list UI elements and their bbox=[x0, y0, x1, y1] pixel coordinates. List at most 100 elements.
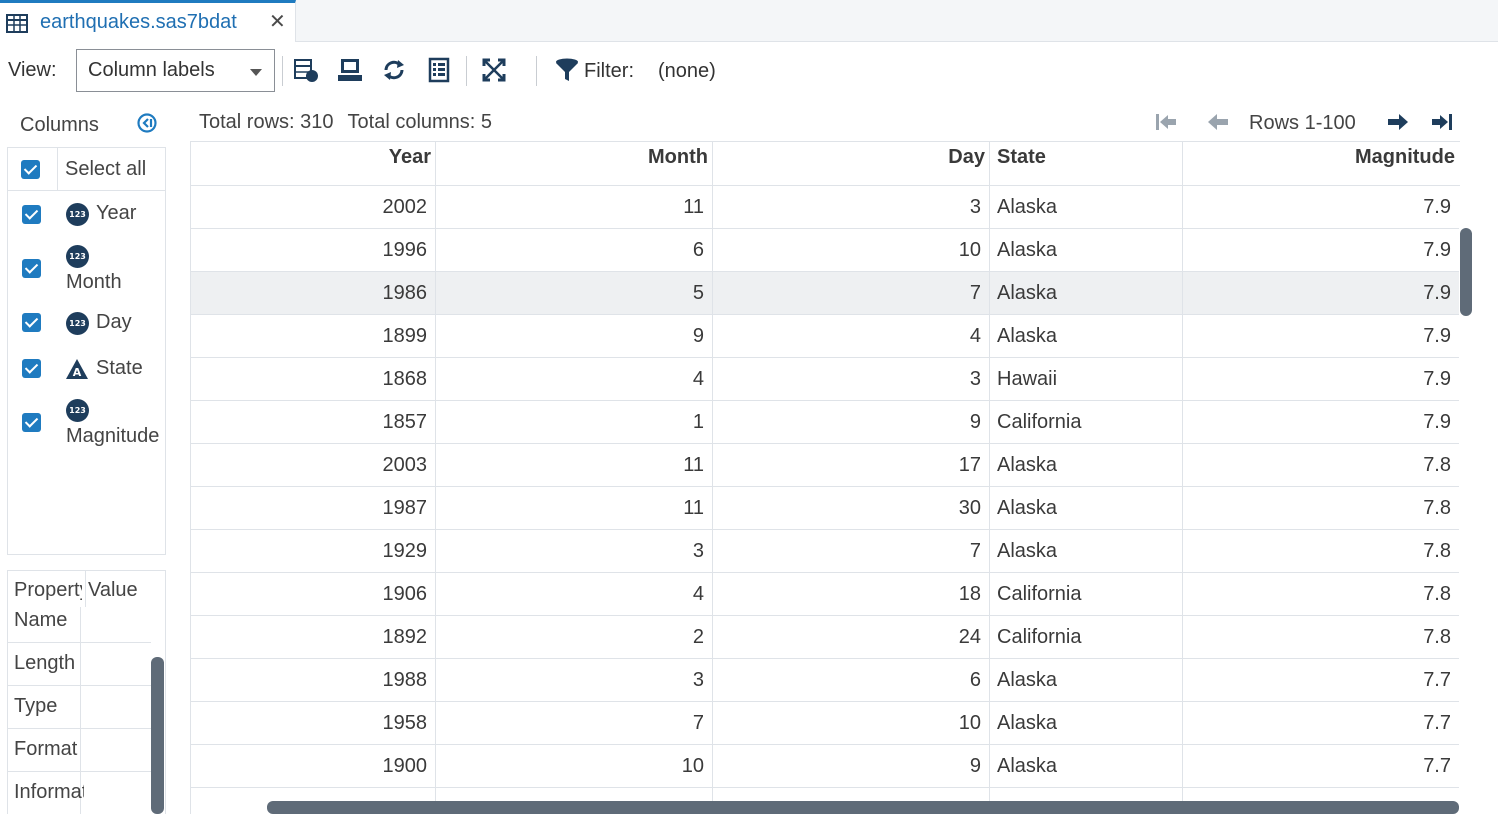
cell-month: 6 bbox=[692, 239, 704, 261]
column-checkbox-day[interactable] bbox=[22, 313, 41, 332]
column-checkbox-magnitude[interactable] bbox=[22, 413, 41, 432]
cell-state: Alaska bbox=[997, 497, 1058, 519]
table-summary: Total rows: 310 Total columns: 5 bbox=[199, 111, 506, 134]
cell-year: 1899 bbox=[382, 325, 428, 347]
cell-magnitude: 7.8 bbox=[1423, 626, 1451, 648]
cell-magnitude: 7.9 bbox=[1423, 239, 1451, 261]
cell-day: 6 bbox=[969, 669, 981, 691]
next-page-icon[interactable] bbox=[1386, 110, 1410, 134]
properties-header-value: Value bbox=[88, 579, 138, 601]
cell-state: Alaska bbox=[997, 712, 1058, 734]
property-type: Type bbox=[14, 695, 58, 717]
column-divider bbox=[435, 142, 436, 814]
header-magnitude[interactable]: Magnitude bbox=[1355, 146, 1455, 169]
cell-state: Alaska bbox=[997, 196, 1058, 218]
previous-page-icon[interactable] bbox=[1206, 110, 1230, 134]
view-select[interactable]: Column labels bbox=[76, 49, 275, 92]
header-month[interactable]: Month bbox=[648, 146, 708, 169]
cell-year: 2003 bbox=[382, 454, 428, 476]
cell-magnitude: 7.7 bbox=[1423, 755, 1451, 777]
maximize-icon[interactable] bbox=[480, 56, 508, 84]
columns-panel-title: Columns bbox=[20, 114, 99, 136]
table-row[interactable]: 1906 4 18 California 7.8 bbox=[191, 573, 1459, 616]
table-properties-icon[interactable] bbox=[292, 56, 320, 84]
row-divider bbox=[8, 728, 151, 729]
cell-year: 2002 bbox=[382, 196, 428, 218]
cell-day: 9 bbox=[969, 755, 981, 777]
cell-month: 4 bbox=[692, 368, 704, 390]
cell-magnitude: 7.9 bbox=[1423, 368, 1451, 390]
table-row[interactable]: 1900 10 9 Alaska 7.7 bbox=[191, 745, 1459, 788]
server-icon[interactable] bbox=[336, 56, 364, 84]
collapse-left-icon[interactable] bbox=[136, 112, 158, 134]
table-row[interactable]: 1988 3 6 Alaska 7.7 bbox=[191, 659, 1459, 702]
cell-state: Alaska bbox=[997, 755, 1058, 777]
filter-value: (none) bbox=[658, 60, 716, 82]
table-row[interactable]: 2002 11 3 Alaska 7.9 bbox=[191, 186, 1459, 229]
table-row[interactable]: 1986 5 7 Alaska 7.9 bbox=[191, 272, 1459, 315]
cell-month: 2 bbox=[692, 626, 704, 648]
column-divider bbox=[989, 142, 990, 814]
toolbar: View: Column labels Filter: (none) bbox=[0, 42, 1498, 100]
properties-panel: Property Value Name Length Type Format I… bbox=[7, 570, 166, 814]
select-all-checkbox[interactable] bbox=[21, 160, 40, 179]
table-row[interactable]: 1892 2 24 California 7.8 bbox=[191, 616, 1459, 659]
header-day[interactable]: Day bbox=[948, 146, 985, 169]
cell-state: Alaska bbox=[997, 540, 1058, 562]
column-name-month: Month bbox=[66, 271, 122, 293]
cell-magnitude: 7.8 bbox=[1423, 497, 1451, 519]
cell-month: 10 bbox=[681, 755, 704, 777]
filter-label[interactable]: Filter: bbox=[584, 60, 634, 83]
first-page-icon[interactable] bbox=[1154, 110, 1178, 134]
property-informat: Informat bbox=[14, 781, 84, 803]
cell-day: 24 bbox=[958, 626, 981, 648]
cell-day: 7 bbox=[969, 282, 981, 304]
properties-scrollbar[interactable] bbox=[151, 657, 164, 814]
rows-range-label: Rows 1-100 bbox=[1249, 112, 1356, 134]
column-checkbox-month[interactable] bbox=[22, 259, 41, 278]
cell-day: 30 bbox=[958, 497, 981, 519]
header-year[interactable]: Year bbox=[389, 146, 431, 169]
filter-icon[interactable] bbox=[554, 57, 580, 83]
column-divider bbox=[712, 142, 713, 814]
refresh-icon[interactable] bbox=[380, 56, 408, 84]
column-checkbox-state[interactable] bbox=[22, 359, 41, 378]
cell-day: 18 bbox=[958, 583, 981, 605]
toolbar-divider bbox=[536, 56, 537, 86]
table-row[interactable]: 1987 11 30 Alaska 7.8 bbox=[191, 487, 1459, 530]
column-list-icon[interactable] bbox=[425, 56, 453, 84]
table-row[interactable]: 1868 4 3 Hawaii 7.9 bbox=[191, 358, 1459, 401]
table-row[interactable]: 1958 7 10 Alaska 7.7 bbox=[191, 702, 1459, 745]
cell-magnitude: 7.9 bbox=[1423, 196, 1451, 218]
grid-header-row: Year Month Day State Magnitude bbox=[191, 142, 1460, 186]
cell-month: 5 bbox=[692, 282, 704, 304]
cell-magnitude: 7.7 bbox=[1423, 669, 1451, 691]
row-divider bbox=[8, 642, 151, 643]
tab-earthquakes[interactable]: earthquakes.sas7bdat ✕ bbox=[0, 0, 296, 42]
row-divider bbox=[8, 771, 151, 772]
table-row[interactable]: 1996 6 10 Alaska 7.9 bbox=[191, 229, 1459, 272]
tab-title: earthquakes.sas7bdat bbox=[40, 11, 237, 33]
numeric-icon: 123 bbox=[66, 245, 89, 268]
table-icon bbox=[6, 14, 28, 33]
header-state[interactable]: State bbox=[997, 146, 1046, 169]
property-format: Format bbox=[14, 738, 78, 760]
cell-year: 1892 bbox=[382, 626, 428, 648]
table-row[interactable]: 1899 9 4 Alaska 7.9 bbox=[191, 315, 1459, 358]
close-icon[interactable]: ✕ bbox=[269, 9, 286, 34]
table-row[interactable]: 1857 1 9 California 7.9 bbox=[191, 401, 1459, 444]
cell-year: 1958 bbox=[382, 712, 428, 734]
grid-vertical-scrollbar[interactable] bbox=[1460, 228, 1472, 316]
grid-horizontal-scrollbar[interactable] bbox=[267, 801, 1459, 814]
svg-text:A: A bbox=[73, 366, 82, 379]
last-page-icon[interactable] bbox=[1430, 110, 1454, 134]
cell-state: Alaska bbox=[997, 669, 1058, 691]
property-name: Name bbox=[14, 609, 68, 631]
toolbar-divider bbox=[282, 56, 283, 86]
column-name-magnitude: Magnitude bbox=[66, 425, 160, 447]
column-checkbox-year[interactable] bbox=[22, 205, 41, 224]
select-all-label: Select all bbox=[65, 158, 147, 180]
cell-state: Alaska bbox=[997, 282, 1058, 304]
table-row[interactable]: 2003 11 17 Alaska 7.8 bbox=[191, 444, 1459, 487]
table-row[interactable]: 1929 3 7 Alaska 7.8 bbox=[191, 530, 1459, 573]
